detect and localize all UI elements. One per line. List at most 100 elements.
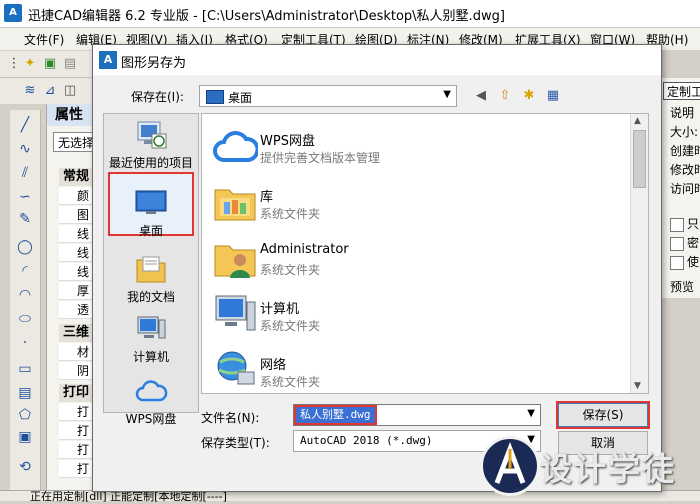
hatch-icon[interactable]: ▤ [16,384,34,402]
up-folder-icon[interactable]: ⇧ [495,86,515,106]
point-icon[interactable]: · [16,334,34,352]
filename-label: 文件名(N): [201,411,260,425]
list-item[interactable]: Administrator 系统文件夹 [208,232,608,286]
watermark-text: 设计学徒 [540,450,677,488]
back-icon[interactable]: ◀ [471,86,491,106]
ellipse-icon[interactable]: ⬭ [16,310,34,328]
list-item[interactable]: WPS网盘 提供完善文档版本管理 [208,120,608,174]
use-checkbox[interactable] [670,256,684,270]
arc-icon[interactable]: ◜ [16,262,34,280]
save-button[interactable]: 保存(S) [556,401,650,429]
info-label: 访问时 [670,182,700,196]
place-label: 桌面 [138,224,163,238]
open-icon[interactable]: ▤ [62,56,78,72]
selection-dropdown[interactable]: 无选择 [53,132,97,152]
file-name: 网络 [260,358,287,373]
app-logo-icon: A [4,4,22,22]
password-checkbox[interactable] [670,237,684,251]
block-icon[interactable]: ⟲ [16,458,34,476]
info-label: 说明 [670,106,695,120]
save-icon[interactable]: ▣ [42,56,58,72]
file-info-panel: 定制工 说明 大小: 创建时 修改时 访问时 只 密 使 预览 [660,78,700,298]
place-computer[interactable]: 计算机 [104,314,198,365]
place-label: 最近使用的项目 [108,156,193,170]
chevron-down-icon: ▼ [443,89,451,100]
list-item[interactable]: 网络 系统文件夹 [208,344,608,398]
dialog-title: 图形另存为 [121,56,187,71]
desktop-icon [206,90,224,104]
checkbox-label: 使 [687,255,700,269]
layer-settings-icon[interactable]: ◫ [62,83,78,99]
filename-input[interactable]: 私人别墅.dwg ▼ [293,404,541,426]
file-name: 库 [260,190,274,205]
layers-icon[interactable]: ≋ [22,83,38,99]
ellipse-arc-icon[interactable]: ◠ [16,286,34,304]
line-icon[interactable]: ╱ [16,116,34,134]
library-icon [212,180,258,224]
watermark: 设计学徒 [480,436,700,500]
save-as-dialog: A 图形另存为 保存在(I): 桌面 ▼ ◀ ⇧ ✱ ▦ 最近使用的项目 桌面 … [92,44,662,492]
cloud-icon [134,376,168,406]
layer-tool-icon[interactable]: ⊿ [42,83,58,99]
rectangle-icon[interactable]: ▭ [16,360,34,378]
drag-handle-icon[interactable]: ⋮ [6,56,22,72]
file-list: WPS网盘 提供完善文档版本管理 库 系统文件夹 Administrator 系… [201,113,649,394]
file-description: 系统文件夹 [260,263,321,277]
filename-value: 私人别墅.dwg [294,405,377,425]
save-in-label: 保存在(I): [131,90,184,104]
scroll-down-icon[interactable]: ▼ [634,381,641,391]
checkbox-label: 密 [687,236,700,250]
place-label: 计算机 [132,350,169,364]
spline-icon[interactable]: ∽ [16,188,34,206]
list-item[interactable]: 库 系统文件夹 [208,176,608,230]
recent-icon [134,120,168,150]
polyline-icon[interactable]: ∿ [16,140,34,158]
file-name: Administrator [260,242,349,257]
custom-tools-button[interactable]: 定制工 [663,82,700,100]
file-name: WPS网盘 [260,134,315,149]
file-description: 系统文件夹 [260,375,321,389]
double-line-icon[interactable]: ⫽ [16,164,34,182]
documents-icon [134,254,168,284]
save-in-dropdown[interactable]: 桌面 ▼ [199,85,457,107]
toolbar-standard: ⋮ ✦ ▣ ▤ [0,51,92,78]
scroll-thumb[interactable] [633,130,646,188]
file-name: 计算机 [260,302,300,317]
desktop-icon [134,188,168,218]
dialog-titlebar[interactable]: A 图形另存为 [93,45,661,75]
app-title: 迅捷CAD编辑器 6.2 专业版 - [C:\Users\Administrat… [28,9,505,24]
user-folder-icon [212,236,258,280]
new-file-icon[interactable]: ✦ [22,56,38,72]
place-documents[interactable]: 我的文档 [104,254,198,305]
info-label: 修改时 [670,163,700,177]
toolbar-layers: ≋ ⊿ ◫ [0,78,92,104]
app-titlebar: A 迅捷CAD编辑器 6.2 专业版 - [C:\Users\Administr… [0,0,700,28]
new-folder-icon[interactable]: ✱ [519,86,539,106]
list-item[interactable]: 计算机 系统文件夹 [208,288,608,342]
vertical-scrollbar[interactable]: ▲ ▼ [630,114,648,393]
circle-icon[interactable]: ◯ [16,238,34,256]
properties-panel: 属性 无选择 常规 颜 图 线 线 线 厚 透 三维 材 阴 打印 打 打 打 … [46,104,97,490]
view-menu-icon[interactable]: ▦ [543,86,563,106]
preview-label: 预览 [670,280,695,294]
pen-icon[interactable]: ✎ [16,210,34,228]
network-icon [212,348,258,392]
menu-file[interactable]: 文件(F) [24,31,64,48]
region-icon[interactable]: ▣ [16,428,34,446]
computer-icon [212,292,258,336]
polygon-icon[interactable]: ⬠ [16,406,34,424]
place-desktop[interactable]: 桌面 [104,188,198,239]
computer-icon [134,314,168,344]
draw-toolbar: ╱ ∿ ⫽ ∽ ✎ ◯ ◜ ◠ ⬭ · ▭ ▤ ⬠ ▣ ⟲ [10,110,41,490]
file-description: 系统文件夹 [260,207,321,221]
filetype-label: 保存类型(T): [201,436,270,450]
readonly-checkbox[interactable] [670,218,684,232]
place-wps-cloud[interactable]: WPS网盘 [104,376,198,427]
app-logo-icon: A [99,51,117,69]
scroll-up-icon[interactable]: ▲ [634,116,641,126]
file-description: 系统文件夹 [260,319,321,333]
chevron-down-icon[interactable]: ▼ [527,408,535,419]
place-recent[interactable]: 最近使用的项目 [104,120,198,171]
places-bar: 最近使用的项目 桌面 我的文档 计算机 WPS网盘 [103,113,199,426]
save-in-value: 桌面 [228,91,253,105]
